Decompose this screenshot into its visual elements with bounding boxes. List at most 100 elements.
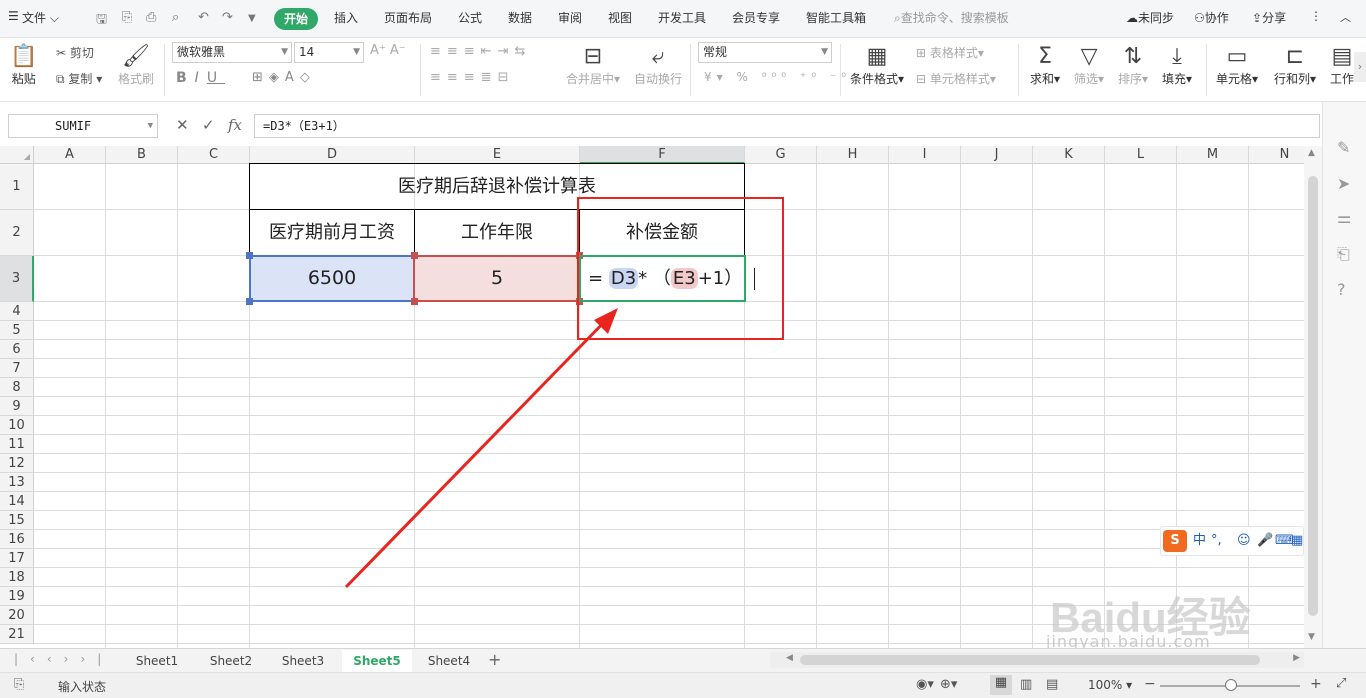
tab-developer[interactable]: 开发工具 (658, 9, 706, 26)
number-buttons[interactable]: ¥▾ % ⁰⁰⁰ ⁺⁰ ⁻⁰ (704, 70, 851, 84)
horizontal-scroll-thumb[interactable] (800, 655, 1260, 665)
row-header-6[interactable]: 6 (0, 340, 34, 359)
tab-member[interactable]: 会员专享 (732, 9, 780, 26)
cell-style-button[interactable]: ⊟ 单元格样式▾ (916, 70, 996, 87)
row-col-button[interactable]: ⊏ 行和列▾ (1274, 44, 1316, 87)
column-header-f[interactable]: F (580, 146, 745, 164)
more-icon[interactable]: ⋮ (1310, 9, 1322, 23)
row-header-5[interactable]: 5 (0, 321, 34, 340)
filter-button[interactable]: ▽ 筛选▾ (1074, 44, 1104, 87)
ime-more-icon[interactable]: ▦ (1291, 527, 1303, 555)
cell-button[interactable]: ▭ 单元格▾ (1216, 44, 1258, 87)
sort-button[interactable]: ⇅ 排序▾ (1118, 44, 1148, 87)
page-layout-icon[interactable]: ▥ (1020, 677, 1032, 692)
undo-icon[interactable]: ↶ (198, 10, 209, 25)
column-header-i[interactable]: I (889, 146, 961, 164)
table-style-button[interactable]: ⊞ 表格样式▾ (916, 44, 984, 61)
quick-access-dropdown-icon[interactable]: ▼ (248, 13, 256, 24)
scroll-left-icon[interactable]: ◀ (786, 653, 793, 663)
column-header-h[interactable]: H (817, 146, 889, 164)
font-color-icon[interactable]: A (285, 70, 300, 85)
header-years[interactable]: 工作年限 (415, 210, 579, 255)
align-top-row-icon[interactable]: ≡≡≡⇤⇥⇆ (430, 44, 531, 59)
row-header-21[interactable]: 21 (0, 625, 34, 644)
tab-home[interactable]: 开始 (274, 8, 319, 30)
border-icon[interactable]: ⊞ (252, 70, 269, 85)
column-header-g[interactable]: G (745, 146, 817, 164)
format-painter-button[interactable]: 🖌 格式刷 (118, 44, 154, 87)
conditional-format-button[interactable]: ▦ 条件格式▾ (850, 44, 904, 87)
share-button[interactable]: ⇪分享 (1252, 9, 1286, 26)
collab-button[interactable]: ⚇协作 (1194, 9, 1229, 26)
scroll-down-icon[interactable]: ▼ (1308, 632, 1315, 642)
ime-lang[interactable]: 中 (1193, 527, 1206, 555)
sheet-tab-sheet1[interactable]: Sheet1 (126, 650, 188, 672)
scroll-right-icon[interactable]: ▶ (1293, 653, 1300, 663)
vertical-scroll-thumb[interactable] (1308, 176, 1318, 616)
row-header-11[interactable]: 11 (0, 435, 34, 454)
eye-protect-icon[interactable]: ◉▾ (916, 677, 934, 692)
column-header-a[interactable]: A (34, 146, 106, 164)
ime-emoji-icon[interactable]: ☺ (1237, 527, 1251, 555)
macro-record-icon[interactable]: ⎘ (14, 677, 24, 692)
sheet-tab-sheet2[interactable]: Sheet2 (200, 650, 262, 672)
column-header-d[interactable]: D (250, 146, 415, 164)
row-header-17[interactable]: 17 (0, 549, 34, 568)
italic-icon[interactable]: I (195, 70, 207, 86)
row-header-9[interactable]: 9 (0, 397, 34, 416)
cell-e3-years[interactable]: 5 (415, 256, 579, 301)
redo-icon[interactable]: ↷ (222, 10, 233, 25)
preview-icon[interactable]: ⌕ (172, 10, 179, 25)
help-icon[interactable]: ? (1337, 280, 1346, 299)
border-fill-buttons[interactable]: ⊞◈A◇ (252, 70, 316, 85)
search-box[interactable]: ⌕查找命令、搜索模板 (894, 9, 1009, 26)
page-break-icon[interactable]: ▤ (1046, 677, 1058, 692)
sum-button[interactable]: Σ 求和▾ (1030, 44, 1060, 87)
column-header-m[interactable]: M (1177, 146, 1249, 164)
ime-punct[interactable]: °, (1211, 527, 1222, 555)
bold-icon[interactable]: B (176, 70, 195, 86)
zoom-in-icon[interactable]: + (1310, 676, 1322, 692)
sheet-nav-icons[interactable]: |‹‹››| (14, 652, 113, 666)
column-header-j[interactable]: J (961, 146, 1033, 164)
column-header-e[interactable]: E (415, 146, 580, 164)
spreadsheet-grid[interactable]: ◢ A B C D E F G H I J K L M N 1 2 3 4 5 … (0, 146, 1304, 648)
tab-formulas[interactable]: 公式 (458, 9, 482, 26)
zoom-out-icon[interactable]: − (1144, 676, 1156, 692)
row-header-4[interactable]: 4 (0, 302, 34, 321)
horizontal-scrollbar[interactable]: ◀ ▶ (770, 652, 1304, 668)
font-name-select[interactable]: 微软雅黑 ▼ (172, 42, 292, 63)
file-menu[interactable]: 文件 ⌵ (22, 9, 59, 26)
zoom-slider-thumb[interactable] (1225, 679, 1237, 691)
paste-button[interactable]: 📋 粘贴 (10, 44, 37, 87)
row-header-13[interactable]: 13 (0, 473, 34, 492)
font-style-buttons[interactable]: BIU (176, 70, 225, 86)
vertical-scrollbar[interactable]: ▲ ▼ (1304, 146, 1322, 648)
scroll-up-icon[interactable]: ▲ (1308, 148, 1315, 158)
cell-d3-salary[interactable]: 6500 (250, 256, 414, 301)
row-header-15[interactable]: 15 (0, 511, 34, 530)
cut-button[interactable]: ✂ 剪切 (56, 44, 94, 61)
cursor-icon[interactable]: ➤ (1337, 174, 1350, 193)
font-size-select[interactable]: 14 ▼ (294, 42, 364, 63)
row-header-8[interactable]: 8 (0, 378, 34, 397)
tab-insert[interactable]: 插入 (334, 9, 358, 26)
merge-center-button[interactable]: ⊟ 合并居中▾ (566, 44, 620, 87)
sheet-tab-sheet3[interactable]: Sheet3 (272, 650, 334, 672)
name-box[interactable]: SUMIF ▼ (8, 114, 158, 138)
row-header-10[interactable]: 10 (0, 416, 34, 435)
tab-data[interactable]: 数据 (508, 9, 532, 26)
collapse-ribbon-icon[interactable]: ︿ (1340, 9, 1351, 25)
add-sheet-icon[interactable]: + (488, 650, 501, 669)
row-header-14[interactable]: 14 (0, 492, 34, 511)
number-format-select[interactable]: 常规 ▼ (698, 42, 832, 63)
wrap-text-button[interactable]: ⤶ 自动换行 (634, 44, 682, 87)
fill-button[interactable]: ⤓ 填充▾ (1162, 44, 1192, 87)
hamburger-icon[interactable]: ☰ (8, 9, 19, 23)
row-header-3[interactable]: 3 (0, 256, 34, 302)
header-salary[interactable]: 医疗期前月工资 (250, 210, 414, 255)
row-header-19[interactable]: 19 (0, 587, 34, 606)
fx-icon[interactable]: fx (228, 116, 242, 134)
sheet-tab-sheet5[interactable]: Sheet5 (342, 650, 412, 672)
column-header-k[interactable]: K (1033, 146, 1105, 164)
